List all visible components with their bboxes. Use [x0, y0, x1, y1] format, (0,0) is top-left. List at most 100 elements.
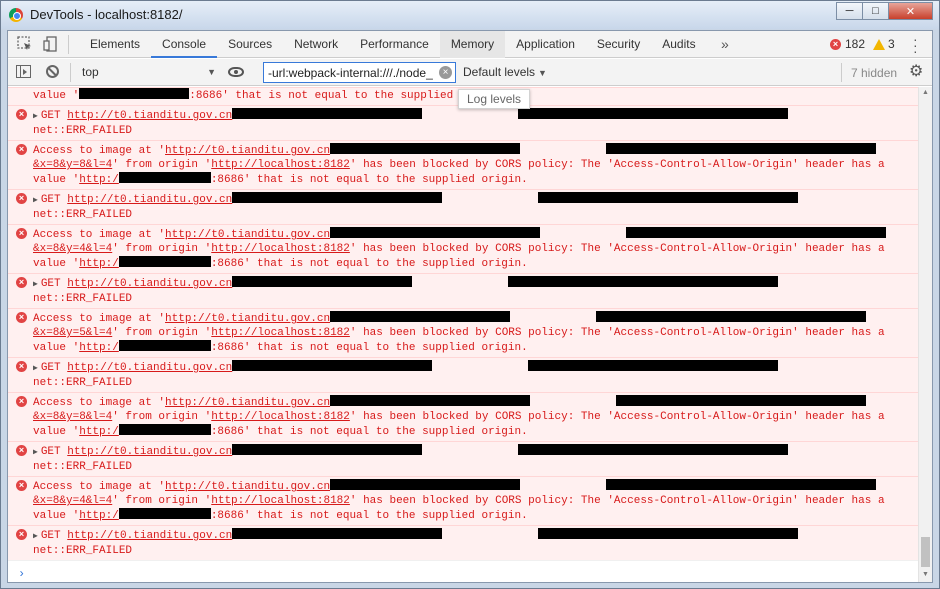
- tab-audits[interactable]: Audits: [651, 31, 706, 58]
- image-url-link[interactable]: &x=8&y=4&l=4: [33, 243, 112, 255]
- allowed-origin-link[interactable]: http:/: [79, 510, 119, 522]
- console-error-message[interactable]: × Access to image at 'http://t0.tianditu.…: [8, 308, 918, 357]
- request-url-link[interactable]: http://t0.tianditu.gov.cn: [67, 278, 232, 290]
- image-url-link[interactable]: http://t0.tianditu.gov.cn: [165, 229, 330, 241]
- error-icon: ×: [16, 193, 27, 204]
- message-line: &x=8&y=5&l=4' from origin 'http://localh…: [33, 327, 885, 339]
- tab-application[interactable]: Application: [505, 31, 586, 58]
- console-sidebar-icon[interactable]: [16, 65, 31, 78]
- origin-link[interactable]: http://localhost:8182: [211, 495, 350, 507]
- expand-triangle-icon[interactable]: ▶: [33, 280, 38, 289]
- log-levels-dropdown[interactable]: Default levels ▼: [463, 65, 547, 79]
- redacted-block: [232, 360, 433, 371]
- tab-network[interactable]: Network: [283, 31, 349, 58]
- console-error-message[interactable]: × Access to image at 'http://t0.tianditu.…: [8, 224, 918, 273]
- console-error-message[interactable]: × Access to image at 'http://t0.tianditu.…: [8, 476, 918, 525]
- allowed-origin-link[interactable]: http:/: [79, 258, 119, 270]
- message-line: ▶ GET http://t0.tianditu.gov.cn: [33, 108, 910, 124]
- redacted-block: [330, 395, 531, 406]
- redacted-block: [232, 444, 423, 455]
- console-error-message[interactable]: × ▶ GET http://t0.tianditu.gov.cn net::ERR_…: [8, 189, 918, 224]
- console-error-message[interactable]: × ▶ GET http://t0.tianditu.gov.cn net::ERR_…: [8, 525, 918, 560]
- gear-icon[interactable]: ⚙: [909, 64, 923, 80]
- image-url-link[interactable]: http://t0.tianditu.gov.cn: [165, 145, 330, 157]
- message-line: value 'http:/:8686' that is not equal to…: [33, 172, 528, 186]
- request-url-link[interactable]: http://t0.tianditu.gov.cn: [67, 530, 232, 542]
- origin-link[interactable]: http://localhost:8182: [211, 159, 350, 171]
- request-url-link[interactable]: http://t0.tianditu.gov.cn: [67, 446, 232, 458]
- image-url-link[interactable]: http://t0.tianditu.gov.cn: [165, 397, 330, 409]
- console-error-message[interactable]: × Access to image at 'http://t0.tianditu.…: [8, 140, 918, 189]
- console-error-message[interactable]: × ▶ GET http://t0.tianditu.gov.cn net::ERR_…: [8, 441, 918, 476]
- more-options-icon[interactable]: · · ·: [913, 32, 918, 58]
- redacted-block: [79, 88, 190, 99]
- image-url-link[interactable]: http://t0.tianditu.gov.cn: [165, 481, 330, 493]
- expand-triangle-icon[interactable]: ▶: [33, 448, 38, 457]
- image-url-link[interactable]: &x=8&y=8&l=4: [33, 411, 112, 423]
- tab-console[interactable]: Console: [151, 31, 218, 58]
- issue-counts[interactable]: × 182 3: [830, 37, 895, 51]
- scroll-thumb[interactable]: [921, 537, 930, 567]
- request-url-link[interactable]: http://t0.tianditu.gov.cn: [67, 362, 232, 374]
- window-title: DevTools - localhost:8182/: [30, 7, 183, 22]
- tab-elements[interactable]: Elements: [79, 31, 151, 58]
- log-levels-tooltip: Log levels: [458, 89, 531, 109]
- console-error-message[interactable]: × Access to image at 'http://t0.tianditu.…: [8, 392, 918, 441]
- console-scrollbar[interactable]: ▲ ▼: [918, 87, 932, 582]
- redacted-block: [232, 276, 413, 287]
- console-error-message[interactable]: × ▶ GET http://t0.tianditu.gov.cn net::ERR_…: [8, 273, 918, 308]
- console-error-message[interactable]: × ▶ GET http://t0.tianditu.gov.cn net::ERR_…: [8, 105, 918, 140]
- request-url-link[interactable]: http://t0.tianditu.gov.cn: [67, 194, 232, 206]
- image-url-link[interactable]: http://t0.tianditu.gov.cn: [165, 313, 330, 325]
- expand-triangle-icon[interactable]: ▶: [33, 364, 38, 373]
- scroll-down-icon[interactable]: ▼: [922, 571, 929, 578]
- minimize-button[interactable]: ─: [836, 2, 863, 20]
- more-tabs-button[interactable]: »: [721, 36, 729, 52]
- message-line: value 'http:/:8686' that is not equal to…: [33, 340, 528, 354]
- message-line: &x=8&y=8&l=4' from origin 'http://localh…: [33, 159, 885, 171]
- tab-security[interactable]: Security: [586, 31, 651, 58]
- message-line: ▶ GET http://t0.tianditu.gov.cn: [33, 444, 910, 460]
- tab-performance[interactable]: Performance: [349, 31, 440, 58]
- expand-triangle-icon[interactable]: ▶: [33, 112, 38, 121]
- redacted-block: [118, 172, 211, 183]
- message-line: net::ERR_FAILED: [33, 125, 133, 137]
- redacted-block: [118, 340, 211, 351]
- inspect-element-icon[interactable]: [16, 35, 34, 53]
- image-url-link[interactable]: &x=8&y=5&l=4: [33, 327, 112, 339]
- message-line: value 'http:/:8686' that is not equal to…: [33, 256, 528, 270]
- console-filter-input[interactable]: [263, 62, 456, 83]
- origin-link[interactable]: http://localhost:8182: [211, 327, 350, 339]
- image-url-link[interactable]: &x=8&y=8&l=4: [33, 159, 112, 171]
- tab-memory[interactable]: Memory: [439, 31, 506, 58]
- request-url-link[interactable]: http://t0.tianditu.gov.cn: [67, 110, 232, 122]
- image-url-link[interactable]: &x=8&y=4&l=4: [33, 495, 112, 507]
- allowed-origin-link[interactable]: http:/: [79, 426, 119, 438]
- close-button[interactable]: ✕: [888, 2, 933, 20]
- console-error-message[interactable]: × ▶ GET http://t0.tianditu.gov.cn net::ERR_…: [8, 357, 918, 392]
- context-selector[interactable]: top ▼: [76, 63, 220, 82]
- tab-sources[interactable]: Sources: [217, 31, 283, 58]
- message-line: Access to image at 'http://t0.tianditu.g…: [33, 311, 910, 326]
- message-line: value 'http:/:8686' that is not equal to…: [33, 508, 528, 522]
- maximize-button[interactable]: □: [862, 2, 889, 20]
- message-line: Access to image at 'http://t0.tianditu.g…: [33, 227, 910, 242]
- panel-tabs: Elements Console Sources Network Performance…: [79, 31, 707, 58]
- expand-triangle-icon[interactable]: ▶: [33, 532, 38, 541]
- origin-link[interactable]: http://localhost:8182: [211, 411, 350, 423]
- live-expression-eye-icon[interactable]: [228, 67, 244, 77]
- console-prompt[interactable]: ›: [8, 560, 918, 582]
- redacted-block: [538, 528, 799, 539]
- allowed-origin-link[interactable]: http:/: [79, 174, 119, 186]
- scroll-up-icon[interactable]: ▲: [922, 89, 929, 96]
- redacted-block: [528, 360, 779, 371]
- device-toolbar-icon[interactable]: [42, 35, 60, 53]
- allowed-origin-link[interactable]: http:/: [79, 342, 119, 354]
- message-line: ▶ GET http://t0.tianditu.gov.cn: [33, 276, 910, 292]
- clear-console-icon[interactable]: [46, 65, 59, 78]
- origin-link[interactable]: http://localhost:8182: [211, 243, 350, 255]
- expand-triangle-icon[interactable]: ▶: [33, 196, 38, 205]
- redacted-block: [118, 424, 211, 435]
- clear-filter-icon[interactable]: ×: [439, 66, 452, 79]
- message-line: net::ERR_FAILED: [33, 293, 133, 305]
